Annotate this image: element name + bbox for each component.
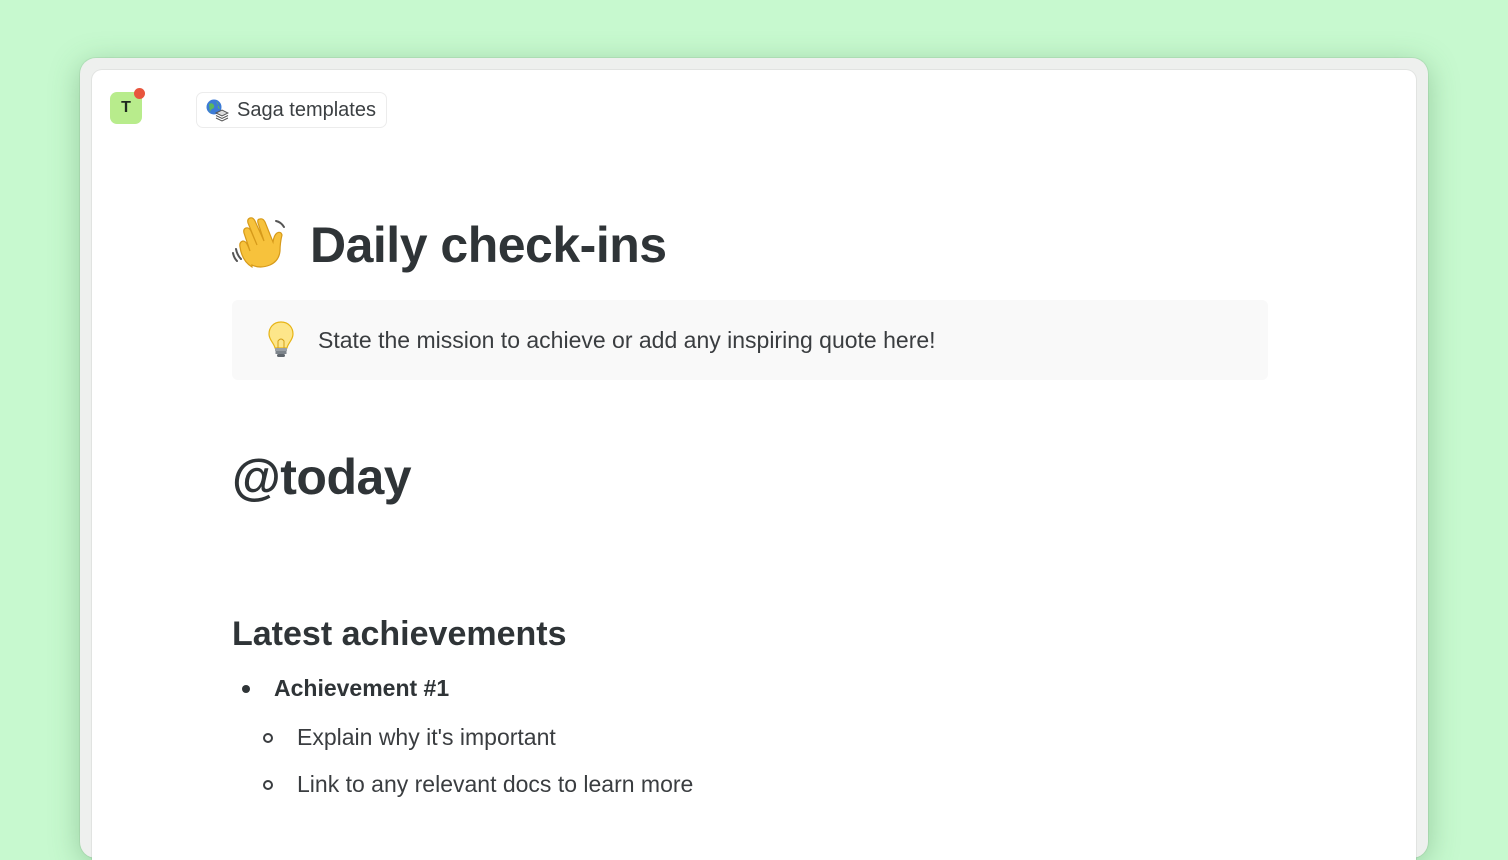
notification-dot — [134, 88, 145, 99]
section-heading[interactable]: Latest achievements — [232, 615, 567, 654]
list-item-text: Explain why it's important — [297, 724, 556, 750]
avatar-letter: T — [121, 99, 131, 116]
callout-block[interactable]: State the mission to achieve or add any … — [232, 300, 1268, 380]
list-item-text: Link to any relevant docs to learn more — [297, 771, 694, 797]
globe-stack-icon — [206, 99, 229, 122]
date-heading[interactable]: @today — [232, 448, 412, 506]
callout-text[interactable]: State the mission to achieve or add any … — [318, 327, 936, 354]
page-title-row: Daily check-ins — [232, 215, 667, 275]
app-window: T Saga templates Daily check-ins State t… — [92, 70, 1416, 860]
list-item-text: Achievement #1 — [274, 675, 450, 701]
waving-hand-icon — [232, 217, 285, 269]
list-item[interactable]: Link to any relevant docs to learn more — [263, 771, 693, 798]
workspace-label: Saga templates — [237, 98, 376, 121]
bullet-circle-icon — [263, 779, 273, 790]
bullet-circle-icon — [263, 732, 273, 743]
list-item[interactable]: Achievement #1 — [242, 675, 449, 702]
page-title[interactable]: Daily check-ins — [310, 216, 667, 274]
bullet-dot-icon — [242, 684, 250, 693]
light-bulb-icon — [268, 321, 294, 357]
workspace-switcher-button[interactable]: Saga templates — [196, 92, 387, 128]
list-item[interactable]: Explain why it's important — [263, 724, 556, 751]
